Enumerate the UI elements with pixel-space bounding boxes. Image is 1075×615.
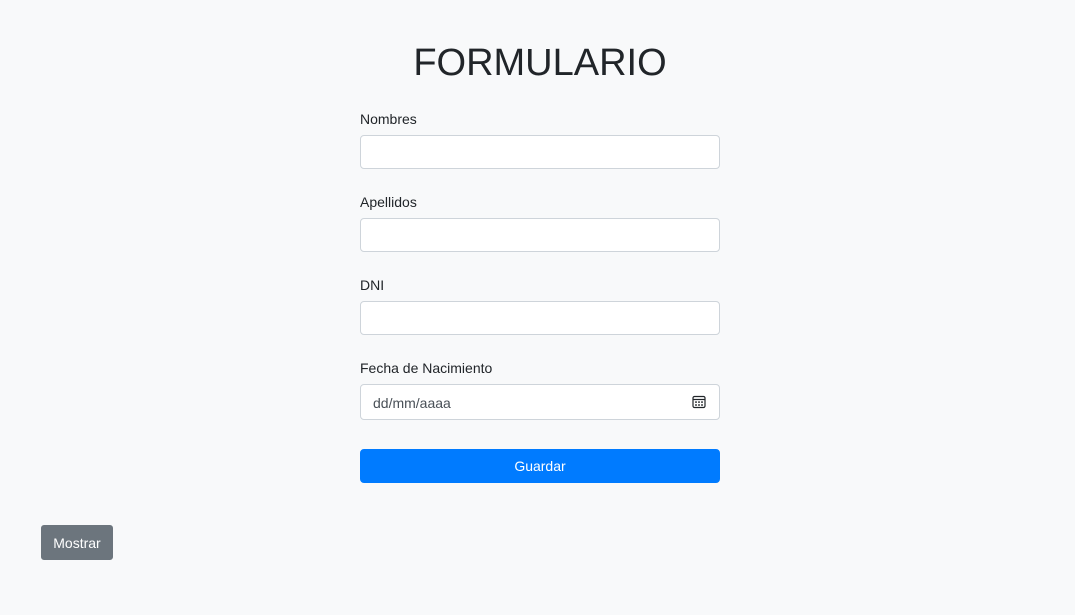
calendar-icon[interactable] bbox=[692, 395, 706, 409]
apellidos-label: Apellidos bbox=[360, 194, 417, 210]
field-fecha-nacimiento: Fecha de Nacimiento dd/mm/aaaa bbox=[360, 358, 720, 420]
field-nombres: Nombres bbox=[360, 109, 720, 169]
nombres-input[interactable] bbox=[360, 135, 720, 169]
date-placeholder: dd/mm/aaaa bbox=[373, 395, 451, 411]
fecha-nacimiento-input[interactable]: dd/mm/aaaa bbox=[360, 384, 720, 420]
mostrar-button[interactable]: Mostrar bbox=[41, 525, 113, 560]
field-dni: DNI bbox=[360, 275, 720, 335]
dni-input[interactable] bbox=[360, 301, 720, 335]
page: FORMULARIO Nombres Apellidos DNI Fecha d… bbox=[0, 0, 1075, 615]
apellidos-input[interactable] bbox=[360, 218, 720, 252]
dni-label: DNI bbox=[360, 277, 385, 293]
form-title: FORMULARIO bbox=[413, 42, 667, 84]
fecha-nacimiento-label: Fecha de Nacimiento bbox=[360, 360, 493, 376]
registration-form: FORMULARIO Nombres Apellidos DNI Fecha d… bbox=[360, 40, 720, 483]
field-apellidos: Apellidos bbox=[360, 192, 720, 252]
nombres-label: Nombres bbox=[360, 111, 417, 127]
guardar-button[interactable]: Guardar bbox=[360, 449, 720, 483]
